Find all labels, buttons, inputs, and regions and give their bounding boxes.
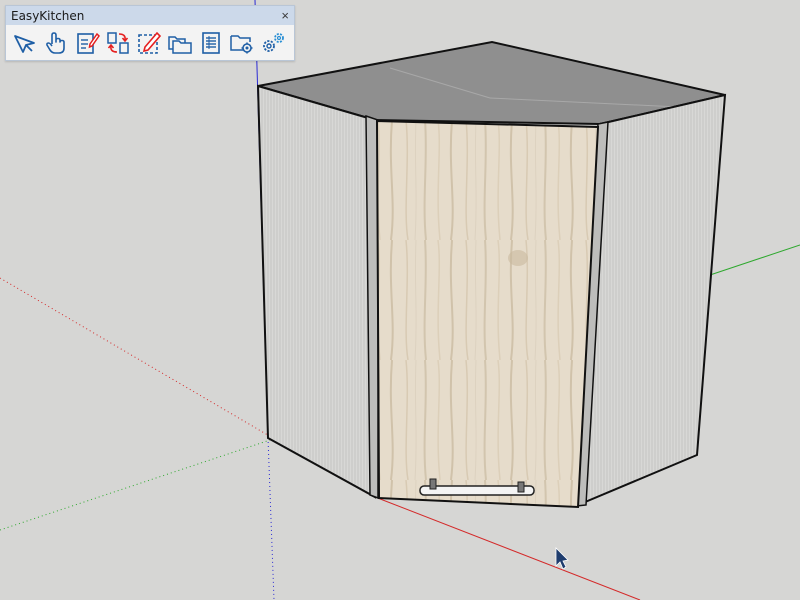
select-arrow-icon [13, 35, 35, 53]
folder-settings-icon [229, 35, 252, 54]
edit-selection-icon [137, 31, 161, 54]
cut-list-report-icon [201, 32, 220, 54]
green-axis-dotted [0, 439, 271, 531]
toolbar-title: EasyKitchen [11, 8, 85, 23]
cut-list-report-button[interactable] [195, 28, 226, 58]
swap-cabinets-icon [106, 32, 129, 54]
settings-gears-icon [262, 33, 284, 52]
blue-axis-dotted [267, 437, 275, 600]
mouse-cursor-icon [555, 547, 569, 570]
cabinet-door[interactable] [375, 119, 600, 509]
easykitchen-toolbar[interactable]: EasyKitchen × [5, 5, 295, 61]
red-axis [369, 494, 641, 600]
green-axis [709, 244, 800, 276]
select-arrow-button[interactable] [9, 28, 40, 58]
cabinet-left-side [256, 84, 376, 499]
corner-cabinet[interactable] [256, 40, 727, 509]
close-icon[interactable]: × [281, 9, 289, 22]
settings-gears-button[interactable] [257, 28, 288, 58]
edit-document-icon [76, 32, 100, 54]
pan-hand-button[interactable] [40, 28, 71, 58]
toolbar-titlebar[interactable]: EasyKitchen × [6, 6, 294, 25]
3d-viewport[interactable] [0, 0, 800, 600]
swap-cabinets-button[interactable] [102, 28, 133, 58]
folders-button[interactable] [164, 28, 195, 58]
folder-settings-button[interactable] [226, 28, 257, 58]
folders-icon [167, 36, 192, 54]
edit-selection-button[interactable] [133, 28, 164, 58]
edit-document-button[interactable] [71, 28, 102, 58]
toolbar-buttons [6, 25, 294, 58]
pan-hand-icon [45, 32, 65, 54]
